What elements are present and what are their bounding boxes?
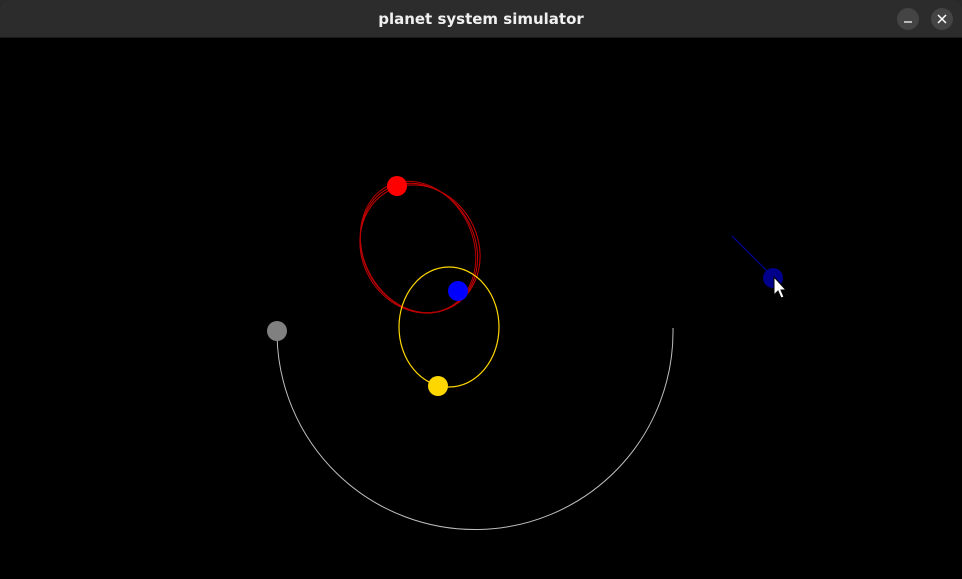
minimize-button[interactable] — [897, 8, 919, 30]
yellow-planet[interactable] — [428, 376, 448, 396]
navy-planet-trail — [731, 235, 773, 277]
red-planet-orbit-trail — [359, 180, 481, 314]
window-title: planet system simulator — [378, 10, 584, 28]
gray-planet[interactable] — [267, 321, 287, 341]
gray-planet-orbit-trail — [276, 327, 674, 530]
simulation-view — [267, 176, 788, 530]
central-star[interactable] — [448, 281, 468, 301]
title-bar[interactable]: planet system simulator — [0, 0, 962, 38]
minimize-icon — [904, 21, 912, 23]
red-planet[interactable] — [387, 176, 407, 196]
yellow-planet-orbit-trail — [398, 266, 500, 388]
app-window: planet system simulator — [0, 0, 962, 579]
simulation-canvas[interactable] — [0, 38, 962, 579]
close-button[interactable] — [931, 8, 953, 30]
close-icon — [937, 14, 947, 24]
